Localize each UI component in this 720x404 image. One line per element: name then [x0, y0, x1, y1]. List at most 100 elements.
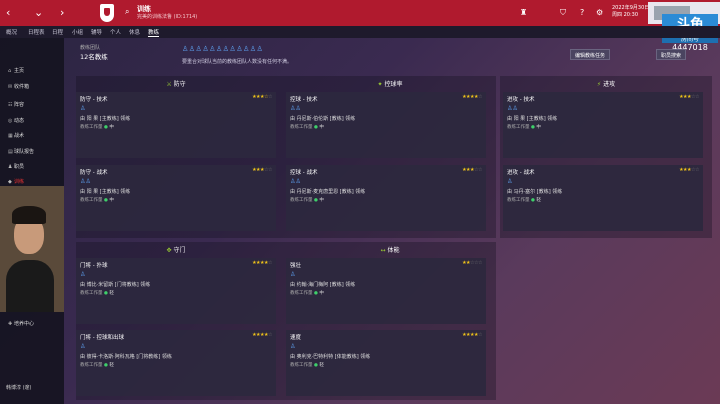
workload-label: 教练工作量	[507, 125, 530, 130]
card-title: 进攻 - 技术	[507, 97, 535, 103]
coach-assignment[interactable]: 由 马丹·塞尔 [教练] 领练	[507, 188, 562, 195]
sidebar-item-label: 战术	[14, 133, 25, 139]
coach-assignment[interactable]: 由 约翰·海门梅阿 [教练] 领练	[290, 281, 355, 288]
shield-icon[interactable]: ⛉	[560, 8, 566, 18]
training-card[interactable]: 控球 - 技术 ★★★★☆ ♙♙ 由 丹尼斯·伯伦斯 [教练] 领练 教练工作量 ● 中	[286, 92, 486, 158]
training-card[interactable]: 进攻 - 战术 ★★★☆☆ ♙ 由 马丹·塞尔 [教练] 领练 教练工作量 ● 轻	[503, 165, 703, 231]
manager-name[interactable]: 韩博淳 (邃)	[6, 384, 32, 391]
workload-dot-icon: ●	[530, 198, 535, 203]
coach-assignment[interactable]: 由 阳 果 [主教练] 领练	[507, 115, 557, 122]
workload-dot-icon: ●	[103, 363, 108, 368]
coach-assignment[interactable]: 由 阳 果 [主教练] 领练	[80, 188, 130, 195]
tab-overview[interactable]: 概况	[6, 28, 17, 36]
sidebar-item-inbox[interactable]: ✉ 收件箱	[8, 83, 29, 90]
webcam-shirt	[6, 260, 54, 312]
notification-icon[interactable]: ♜	[520, 8, 527, 17]
sidebar-item-report[interactable]: ▤球队报告	[8, 148, 34, 155]
column-defending: ⚔ 防守	[68, 79, 284, 88]
empty-stars: ☆☆	[691, 167, 699, 173]
page-subtitle: 完美的训练法鲁 (ID:1714)	[137, 14, 198, 20]
tab-coaches[interactable]: 教练	[148, 28, 160, 37]
tab-mentoring[interactable]: 辅导	[91, 28, 102, 36]
sidebar-item-academy[interactable]: ✚ 培养中心	[8, 320, 34, 327]
column-label: 防守	[173, 81, 186, 88]
coach-assignment[interactable]: 由 彼得·卡洛斯·阿科瓦格 [门将教练] 领练	[80, 353, 172, 360]
tab-individual[interactable]: 个人	[110, 28, 121, 36]
workload-label: 教练工作量	[80, 291, 103, 296]
coach-hint: 要重合对球队当前的教练团队人数没有任何不满。	[182, 59, 293, 65]
coach-assignment[interactable]: 由 阳 果 [主教练] 领练	[80, 115, 130, 122]
coach-figure-icon: ♙	[290, 343, 296, 350]
training-card[interactable]: 进攻 - 技术 ★★★☆☆ ♙♙ 由 阳 果 [主教练] 领练 教练工作量 ● 中	[503, 92, 703, 158]
workload: 教练工作量 ● 中	[290, 290, 324, 296]
sidebar-item-tactics[interactable]: ▦战术	[8, 132, 24, 139]
coach-assignment[interactable]: 由 丹尼斯·伯伦斯 [教练] 领练	[290, 115, 355, 122]
training-card[interactable]: 强壮 ★★☆☆☆ ♙ 由 约翰·海门梅阿 [教练] 领练 教练工作量 ● 中	[286, 258, 486, 324]
game-date: 2022年9月30日 周四 20:30	[612, 5, 649, 19]
workload: 教练工作量 ● 轻	[80, 362, 114, 368]
sidebar-item-staff[interactable]: ♟ 职员	[8, 163, 24, 170]
training-card[interactable]: 门将 - 控球和出球 ★★★★☆ ♙ 由 彼得·卡洛斯·阿科瓦格 [门将教练] 领练教…	[76, 330, 276, 396]
search-icon[interactable]: ⌕	[125, 7, 129, 17]
gear-icon[interactable]: ⚙	[596, 8, 603, 17]
sidebar-item-label: 训练	[14, 179, 25, 185]
workload-value: 轻	[319, 363, 324, 368]
workload-dot-icon: ●	[103, 291, 108, 296]
workload-value: 轻	[536, 198, 541, 203]
rating-stars: ★★★☆☆	[679, 167, 699, 173]
workload-dot-icon: ●	[103, 198, 108, 203]
coach-figure-icon: ♙♙	[290, 178, 301, 185]
workload-label: 教练工作量	[80, 363, 103, 368]
workload-dot-icon: ●	[530, 125, 535, 130]
forward-button[interactable]: ›	[60, 6, 64, 19]
empty-stars: ☆	[268, 332, 272, 338]
staff-search-button[interactable]: 职员搜索	[656, 49, 687, 60]
tab-units[interactable]: 小组	[72, 28, 83, 36]
help-icon[interactable]: ?	[580, 8, 584, 17]
tab-rest[interactable]: 休息	[129, 28, 140, 36]
sidebar-item-label: 动态	[14, 118, 25, 124]
workload-value: 中	[109, 125, 114, 130]
coach-assignment[interactable]: 由 丹尼斯·麦克唐里恩 [教练] 领练	[290, 188, 365, 195]
filled-stars: ★★★★	[462, 332, 479, 338]
rating-stars: ★★★☆☆	[679, 94, 699, 100]
club-crest[interactable]	[100, 4, 114, 22]
sidebar-item-home[interactable]: ⌂ 主页	[8, 67, 24, 74]
tab-schedule[interactable]: 日程	[52, 28, 63, 36]
history-dropdown[interactable]: ⌄	[34, 6, 43, 19]
training-card[interactable]: 门将 - 扑球 ★★★★☆ ♙ 由 博比·米留斯 [门将教练] 领练 教练工作量 ● 轻	[76, 258, 276, 324]
card-title: 强壮	[290, 263, 302, 269]
coach-figure-icon: ♙	[80, 343, 86, 350]
coach-assignment[interactable]: 由 博比·米留斯 [门将教练] 领练	[80, 281, 150, 288]
training-card[interactable]: 防守 - 技术 ★★★☆☆ ♙ 由 阳 果 [主教练] 领练 教练工作量 ● 中	[76, 92, 276, 158]
filled-stars: ★★★★	[252, 260, 269, 266]
sidebar-item-squad[interactable]: ☷ 阵容	[8, 101, 24, 108]
sidebar-item-label: 收件箱	[14, 84, 30, 90]
rating-stars: ★★★☆☆	[462, 167, 482, 173]
tab-schedule-table[interactable]: 日程表	[28, 28, 45, 36]
sidebar-item-label: 主页	[14, 68, 25, 74]
empty-stars: ☆☆	[264, 167, 272, 173]
empty-stars: ☆☆	[691, 94, 699, 100]
workload-value: 中	[319, 198, 324, 203]
coach-assignment[interactable]: 由 奥利克·巴特利特 [体能教练] 领练	[290, 353, 370, 360]
column-fitness: ↔ 体能	[282, 245, 498, 254]
training-card[interactable]: 速度 ★★★★☆ ♙ 由 奥利克·巴特利特 [体能教练] 领练 教练工作量 ● 轻	[286, 330, 486, 396]
sidebar-item-label: 球队报告	[14, 149, 35, 155]
back-button[interactable]: ‹	[6, 6, 10, 19]
training-card[interactable]: 防守 - 战术 ★★★☆☆ ♙♙ 由 阳 果 [主教练] 领练 教练工作量 ● 中	[76, 165, 276, 231]
workload: 教练工作量 ● 轻	[507, 197, 541, 203]
sidebar-item-training[interactable]: ◆ 训练	[8, 178, 24, 185]
edit-coach-tasks-button[interactable]: 编辑教练任务	[570, 49, 611, 60]
attack-icon: ⚡	[596, 81, 602, 88]
workload: 教练工作量 ● 轻	[290, 362, 324, 368]
workload-value: 轻	[109, 363, 114, 368]
workload: 教练工作量 ● 中	[290, 124, 324, 130]
sidebar-item-label: 职员	[14, 164, 25, 170]
sidebar-item-dynamics[interactable]: ◎ 动态	[8, 117, 24, 124]
workload-value: 中	[536, 125, 541, 130]
streamer-webcam	[0, 186, 64, 312]
column-goalkeeping: ✥ 守门	[68, 245, 284, 254]
coach-summary: 教练团队 12名教练	[80, 44, 108, 61]
training-card[interactable]: 控球 - 战术 ★★★☆☆ ♙♙ 由 丹尼斯·麦克唐里恩 [教练] 领练 教练工作量 ●…	[286, 165, 486, 231]
